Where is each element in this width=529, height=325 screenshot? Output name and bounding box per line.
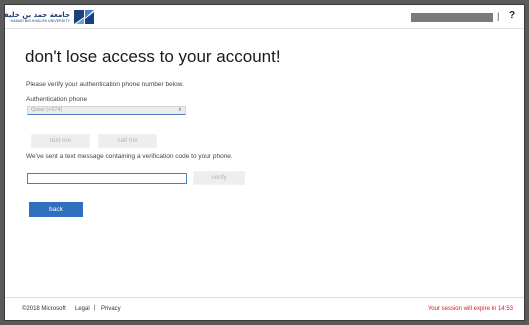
logo-text: جامعة حمد بن خليفة HAMAD BIN KHALIFA UNI… bbox=[5, 11, 70, 23]
logo-arabic-name: جامعة حمد بن خليفة bbox=[4, 11, 70, 19]
page-title: don't lose access to your account! bbox=[25, 47, 281, 66]
legal-link[interactable]: Legal bbox=[75, 306, 90, 312]
university-logo: جامعة حمد بن خليفة HAMAD BIN KHALIFA UNI… bbox=[5, 8, 96, 26]
authentication-phone-label: Authentication phone bbox=[26, 96, 88, 103]
logo-english-name: HAMAD BIN KHALIFA UNIVERSITY bbox=[10, 19, 70, 23]
footer: ©2018 Microsoft Legal | Privacy Your ses… bbox=[5, 297, 524, 320]
copyright-text: ©2018 Microsoft bbox=[22, 306, 66, 312]
call-me-button[interactable]: call me bbox=[98, 134, 157, 148]
country-code-select[interactable]: Qatar (+974) ⬍ bbox=[27, 106, 186, 115]
header-separator: | bbox=[497, 11, 500, 21]
privacy-link[interactable]: Privacy bbox=[101, 306, 121, 312]
session-timer: Your session will expire in 14:53 bbox=[427, 306, 513, 312]
signed-in-user[interactable] bbox=[411, 13, 493, 22]
text-me-button[interactable]: text me bbox=[31, 134, 90, 148]
help-button[interactable]: ? bbox=[509, 10, 515, 21]
intro-text: Please verify your authentication phone … bbox=[26, 81, 184, 88]
logo-mark-icon bbox=[74, 10, 94, 24]
footer-separator: | bbox=[94, 305, 96, 311]
verification-code-input[interactable] bbox=[27, 173, 187, 184]
country-code-value: Qatar (+974) bbox=[31, 107, 63, 113]
browser-window: جامعة حمد بن خليفة HAMAD BIN KHALIFA UNI… bbox=[4, 4, 525, 321]
top-bar: جامعة حمد بن خليفة HAMAD BIN KHALIFA UNI… bbox=[5, 5, 524, 29]
verify-button[interactable]: verify bbox=[193, 171, 245, 185]
back-button[interactable]: back bbox=[29, 202, 83, 217]
select-arrows-icon: ⬍ bbox=[177, 107, 182, 113]
code-sent-message: We've sent a text message containing a v… bbox=[26, 153, 233, 160]
